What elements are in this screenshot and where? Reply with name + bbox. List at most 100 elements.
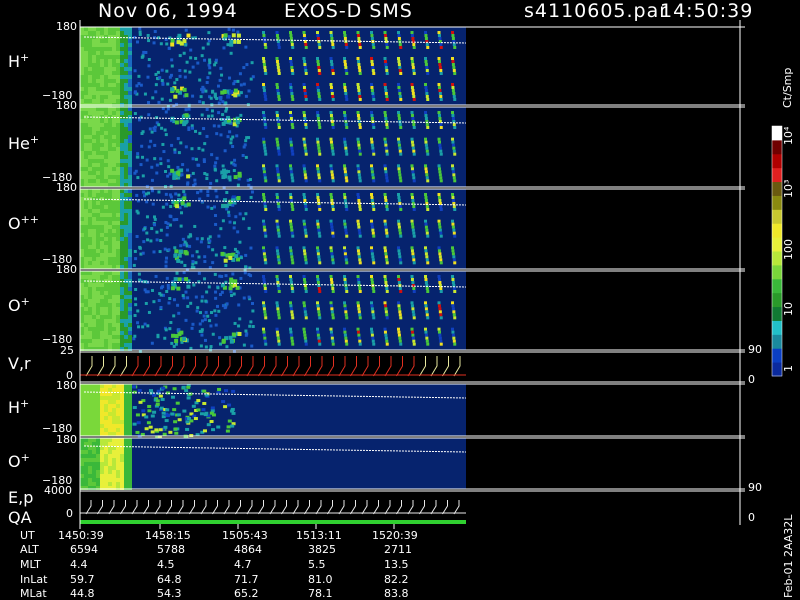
- spectrogram-cell: [96, 339, 100, 343]
- spectrogram-cell: [202, 389, 207, 393]
- spectrogram-cell: [120, 39, 124, 43]
- spectrogram-cell: [165, 256, 169, 260]
- spectrogram-cell: [92, 39, 96, 43]
- panel-label-o-plusplus: O++: [8, 213, 40, 233]
- spectrogram-cell: [166, 222, 170, 226]
- spectrogram-cell: [155, 163, 159, 167]
- spectrogram-cell: [181, 385, 186, 389]
- spectrogram-cell: [120, 171, 124, 175]
- spectrogram-cell: [244, 333, 248, 337]
- spectrogram-cell: [329, 275, 333, 278]
- spectrogram-cell: [104, 127, 108, 131]
- spectrogram-cell: [104, 462, 108, 466]
- spectrogram-cell: [92, 139, 96, 143]
- spectrogram-cell: [289, 330, 293, 334]
- spectrogram-cell: [108, 213, 112, 217]
- spectrogram-cell: [385, 316, 389, 320]
- spectrogram-cell: [302, 301, 306, 305]
- spectrogram-cell: [124, 311, 128, 315]
- spectrogram-cell: [263, 310, 267, 314]
- spectrogram-cell: [116, 454, 120, 458]
- spectrogram-cell: [88, 287, 92, 291]
- spectrogram-cell: [170, 412, 175, 416]
- spectrogram-cell: [116, 147, 120, 151]
- velocity-trace: [97, 356, 104, 377]
- spectrogram-cell: [153, 217, 157, 221]
- spectrogram-cell: [316, 219, 319, 223]
- spectrogram-cell: [170, 64, 174, 68]
- spectrogram-cell: [451, 114, 455, 117]
- spectrogram-cell: [345, 72, 349, 75]
- spectrogram-cell: [147, 64, 151, 68]
- spectrogram-cell: [120, 143, 124, 147]
- spectrogram-cell: [92, 91, 96, 95]
- spectrogram-cell: [137, 325, 141, 329]
- spectrogram-cell: [92, 384, 96, 388]
- spectrogram-cell: [128, 91, 132, 95]
- spectrogram-cell: [124, 39, 128, 43]
- spectrogram-cell: [275, 301, 279, 305]
- spectrogram-cell: [370, 57, 373, 60]
- spectrogram-cell: [166, 286, 170, 290]
- spectrogram-cell: [303, 333, 307, 337]
- spectrogram-cell: [116, 249, 120, 253]
- spectrogram-cell: [120, 193, 124, 197]
- spectrogram-cell: [228, 130, 232, 134]
- spectrogram-cell: [385, 313, 389, 317]
- spectrogram-cell: [96, 43, 100, 47]
- spectrogram-cell: [239, 256, 243, 260]
- spectrogram-cell: [120, 384, 124, 388]
- spectrogram-cell: [182, 409, 187, 413]
- spectrogram-cell: [289, 170, 293, 174]
- spectrogram-cell: [263, 40, 267, 43]
- spectrogram-cell: [92, 201, 96, 205]
- spectrogram-cell: [398, 123, 402, 126]
- spectrogram-cell: [318, 179, 322, 183]
- spectrogram-cell: [108, 261, 112, 265]
- spectrogram-cell: [112, 327, 116, 331]
- spectrogram-cell: [211, 413, 216, 417]
- spectrogram-cell: [424, 34, 428, 37]
- spectrogram-cell: [304, 123, 308, 126]
- spectrogram-cell: [128, 183, 132, 187]
- spectrogram-cell: [291, 98, 295, 101]
- spectrogram-cell: [104, 458, 108, 462]
- spectrogram-cell: [104, 408, 108, 412]
- spectrogram-cell: [264, 234, 268, 238]
- spectrogram-cell: [239, 276, 243, 280]
- spectrogram-cell: [128, 59, 132, 63]
- spectrogram-cell: [214, 222, 218, 226]
- spectrogram-cell: [452, 176, 456, 180]
- spectrogram-cell: [116, 151, 120, 155]
- spectrogram-cell: [80, 183, 84, 187]
- spectrogram-cell: [88, 271, 92, 275]
- spectrogram-cell: [399, 126, 403, 129]
- spectrogram-cell: [116, 131, 120, 135]
- spectrogram-cell: [84, 99, 88, 103]
- spectrogram-cell: [100, 59, 104, 63]
- spectrogram-cell: [229, 290, 233, 294]
- spectrogram-cell: [329, 111, 333, 114]
- spectrogram-cell: [425, 95, 429, 98]
- spectrogram-cell: [88, 107, 92, 111]
- spectrogram-cell: [412, 313, 416, 317]
- spectrogram-cell: [92, 400, 96, 404]
- spectrogram-cell: [116, 87, 120, 91]
- spectrogram-cell: [438, 89, 442, 92]
- spectrogram-cell: [120, 271, 124, 275]
- spectrogram-cell: [120, 474, 124, 478]
- spectrogram-cell: [120, 217, 124, 221]
- spectrogram-cell: [245, 63, 249, 67]
- spectrogram-cell: [242, 343, 246, 347]
- spectrogram-cell: [92, 458, 96, 462]
- spectrogram-cell: [144, 301, 148, 305]
- spectrogram-cell: [104, 205, 108, 209]
- spectrogram-cell: [303, 173, 307, 177]
- spectrogram-cell: [108, 257, 112, 261]
- spectrogram-cell: [88, 221, 92, 225]
- spectrogram-cell: [116, 127, 120, 131]
- spectrogram-cell: [191, 157, 195, 161]
- spectrogram-cell: [84, 420, 88, 424]
- spectrogram-cell: [150, 341, 154, 345]
- spectrogram-cell: [104, 43, 108, 47]
